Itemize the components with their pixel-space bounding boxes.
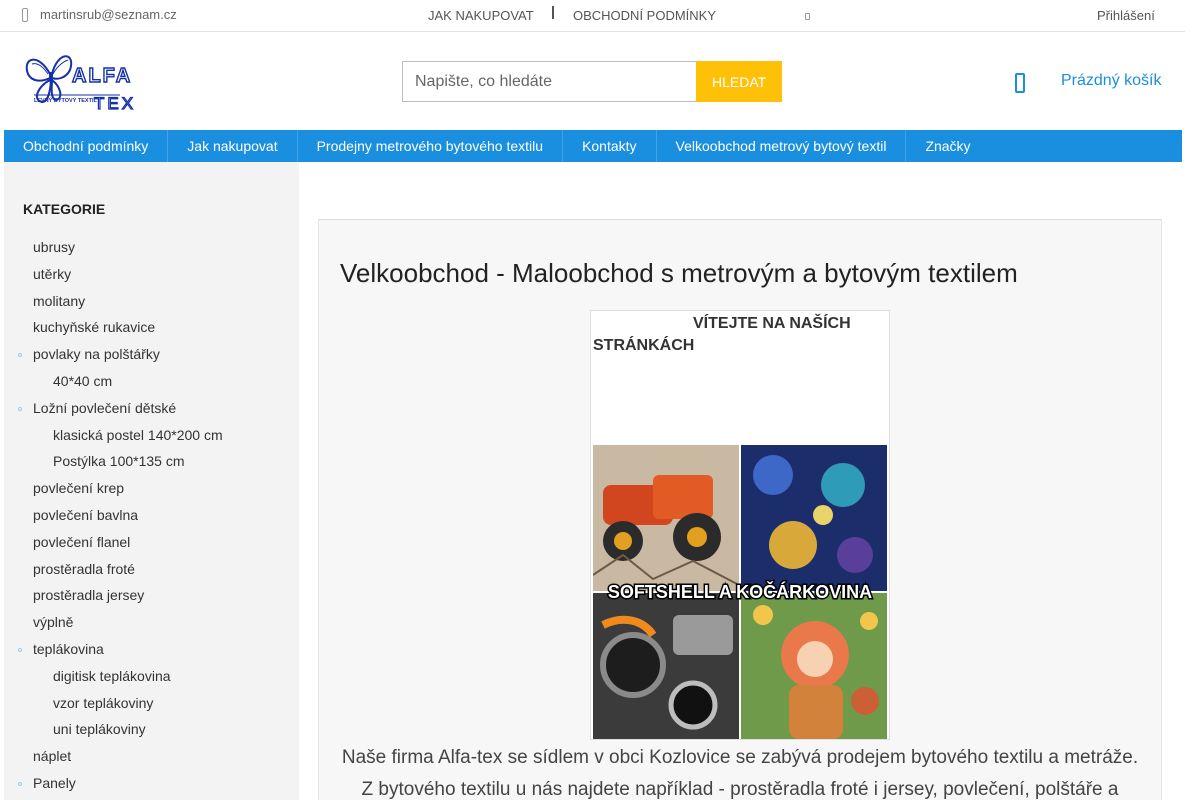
nav-velkoobchod[interactable]: Velkoobchod metrový bytový textil (657, 130, 907, 162)
sidebar-item[interactable]: Postýlka 100*135 cm (4, 448, 299, 475)
sidebar-item[interactable]: ubrusy (4, 234, 299, 261)
intro-text-line-2: Z bytového textilu u nás najdete napříkl… (361, 779, 1119, 800)
logo-tagline: LEVNÝ BYTOVÝ TEXTIL (34, 97, 97, 104)
email-text[interactable]: martinsrub@seznam.cz (40, 7, 177, 22)
page-title: Velkoobchod - Maloobchod s metrovým a by… (340, 258, 1018, 288)
sidebar-item[interactable]: 40*40 cm (4, 368, 299, 395)
logo-bottom-text: TEX (94, 94, 136, 112)
butterfly-logo-icon: ALFA LEVNÝ BYTOVÝ TEXTIL TEX (25, 55, 136, 114)
sidebar-item-label[interactable]: náplet (33, 748, 71, 764)
sidebar-item[interactable]: povlečení flanel (4, 529, 299, 556)
sidebar-item[interactable]: vzor teplákoviny (4, 690, 299, 717)
sidebar-item[interactable]: klasická postel 140*200 cm (4, 422, 299, 449)
login-link[interactable]: Přihlášení (1097, 8, 1155, 23)
sidebar-item-label[interactable]: uni teplákoviny (53, 721, 146, 737)
sidebar-item-label[interactable]: Panely (33, 775, 76, 791)
top-bar: martinsrub@seznam.cz Jak nakupovat Obcho… (0, 0, 1185, 32)
sidebar-item[interactable]: výplně (4, 609, 299, 636)
sidebar-item[interactable]: povlečení bavlna (4, 502, 299, 529)
top-nav-jak-nakupovat[interactable]: Jak nakupovat (428, 8, 534, 23)
sidebar-item[interactable]: Panely (4, 770, 299, 797)
sidebar-item-label[interactable]: teplákovina (33, 641, 104, 657)
nav-znacky[interactable]: Značky (906, 130, 989, 162)
sidebar-item-label[interactable]: digitisk teplákovina (53, 668, 171, 684)
category-sidebar: Kategorie ubrusy utěrky molitany kuchyňské … (4, 162, 299, 800)
contact-email[interactable]: martinsrub@seznam.cz (22, 7, 177, 22)
sidebar-item-label[interactable]: prostěradla jersey (33, 587, 144, 603)
site-logo[interactable]: ALFA LEVNÝ BYTOVÝ TEXTIL TEX (24, 50, 142, 114)
sidebar-item-label[interactable]: ubrusy (33, 239, 75, 255)
sidebar-item-label[interactable]: Ložní povlečení dětské (33, 400, 176, 416)
sidebar-item[interactable]: teplákovina (4, 636, 299, 663)
nav-obchodni-podminky[interactable]: Obchodní podmínky (4, 130, 169, 162)
top-nav-obchodni-podminky[interactable]: Obchodní podmínky (573, 8, 716, 23)
search-form: Hledat (402, 61, 782, 102)
sidebar-item-label[interactable]: utěrky (33, 266, 71, 282)
top-nav-separator (552, 6, 554, 19)
sidebar-item[interactable]: prostěradla froté (4, 556, 299, 583)
intro-text-line-1: Naše firma Alfa-tex se sídlem v obci Koz… (341, 747, 1139, 768)
sidebar-heading: Kategorie (23, 201, 106, 217)
sidebar-item-label[interactable]: povlečení krep (33, 480, 124, 496)
sidebar-item[interactable]: prostěradla jersey (4, 582, 299, 609)
logo-top-text: ALFA (72, 65, 132, 87)
sidebar-item[interactable]: povlečení krep (4, 475, 299, 502)
sidebar-item-label[interactable]: molitany (33, 293, 85, 309)
expand-bullet-icon[interactable] (18, 406, 22, 411)
nav-jak-nakupovat[interactable]: Jak nakupovat (168, 130, 298, 162)
sidebar-item[interactable]: kuchyňské rukavice (4, 314, 299, 341)
phone-icon (22, 7, 28, 22)
category-list: ubrusy utěrky molitany kuchyňské rukavice po… (4, 234, 299, 797)
sidebar-item-label[interactable]: povlečení bavlna (33, 507, 138, 523)
expand-bullet-icon[interactable] (18, 647, 22, 652)
sidebar-item[interactable]: Ložní povlečení dětské (4, 395, 299, 422)
fabric-collage-image: SOFTSHELL A KOČÁRKOVINA (592, 445, 887, 739)
expand-bullet-icon[interactable] (18, 781, 22, 786)
sidebar-item[interactable]: povlaky na polštářky (4, 341, 299, 368)
cart-link[interactable]: Prázdný košík (1061, 72, 1161, 90)
nav-prodejny[interactable]: Prodejny metrového bytového textilu (298, 130, 564, 162)
sidebar-item-label[interactable]: Postýlka 100*135 cm (53, 453, 185, 469)
search-input[interactable] (402, 61, 697, 102)
nav-kontakty[interactable]: Kontakty (563, 130, 657, 162)
sidebar-item-label[interactable]: povlaky na polštářky (33, 346, 160, 362)
sidebar-item[interactable]: uni teplákoviny (4, 716, 299, 743)
search-button[interactable]: Hledat (696, 61, 782, 102)
sidebar-item-label[interactable]: povlečení flanel (33, 534, 130, 550)
sidebar-item-label[interactable]: vzor teplákoviny (53, 695, 153, 711)
welcome-box: Vítejte na naších stránkách (590, 310, 890, 740)
sidebar-item-label[interactable]: kuchyňské rukavice (33, 319, 155, 335)
dropdown-icon[interactable] (805, 13, 810, 20)
welcome-heading: Vítejte na naších stránkách (593, 315, 851, 354)
sidebar-item[interactable]: molitany (4, 288, 299, 315)
sidebar-item[interactable]: náplet (4, 743, 299, 770)
promo-caption: SOFTSHELL A KOČÁRKOVINA (608, 581, 872, 602)
cart-icon[interactable] (1015, 73, 1025, 93)
expand-bullet-icon[interactable] (18, 353, 22, 358)
sidebar-item[interactable]: utěrky (4, 261, 299, 288)
sidebar-item-label[interactable]: klasická postel 140*200 cm (53, 427, 223, 443)
sidebar-item-label[interactable]: výplně (33, 614, 73, 630)
promo-image[interactable]: SOFTSHELL A KOČÁRKOVINA (592, 445, 887, 739)
sidebar-item-label[interactable]: prostěradla froté (33, 561, 135, 577)
sidebar-item-label[interactable]: 40*40 cm (53, 373, 112, 389)
sidebar-item[interactable]: digitisk teplákovina (4, 663, 299, 690)
main-navigation: Obchodní podmínky Jak nakupovat Prodejny… (4, 130, 1182, 162)
